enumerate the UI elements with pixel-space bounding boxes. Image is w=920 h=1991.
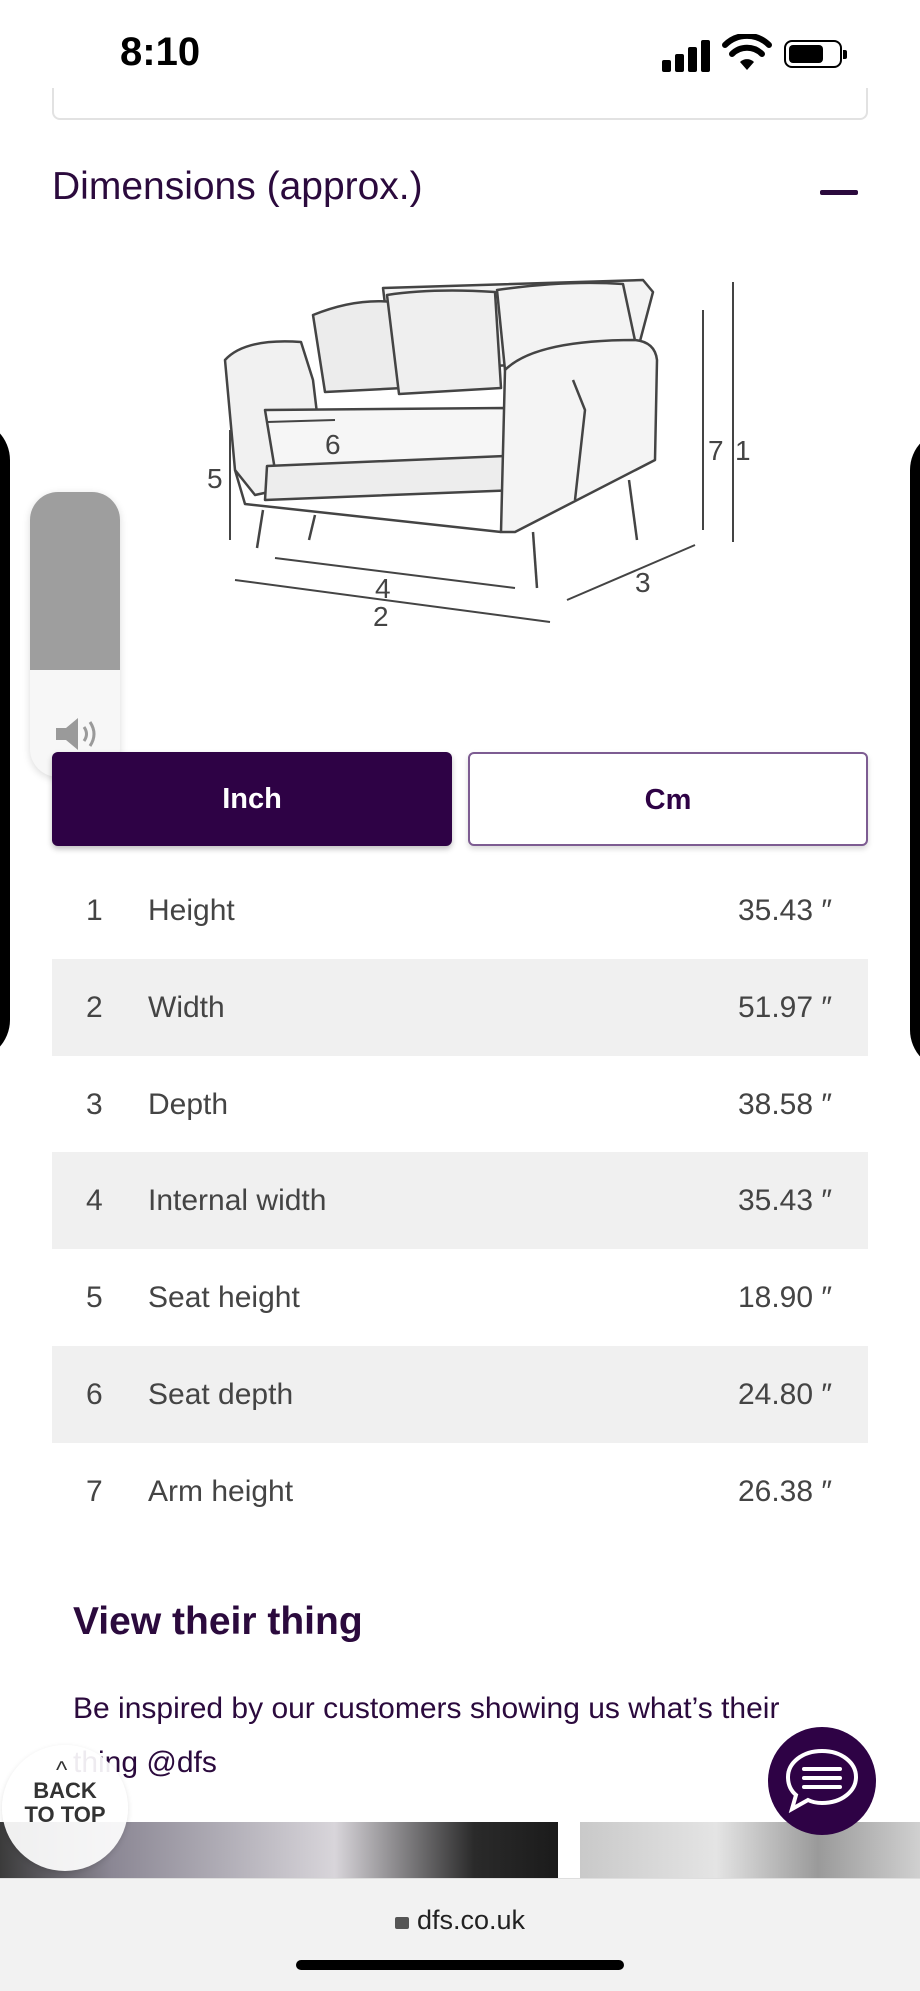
signal-icon bbox=[662, 38, 712, 72]
row-value: 38.58 ″ bbox=[737, 1087, 832, 1121]
chat-button[interactable] bbox=[768, 1727, 876, 1835]
back-to-top-button[interactable]: ^ BACK TO TOP bbox=[2, 1745, 128, 1871]
row-value: 18.90 ″ bbox=[737, 1281, 832, 1315]
lock-icon bbox=[394, 1917, 409, 1929]
back-to-top-line2: TO TOP bbox=[24, 1802, 106, 1827]
customer-photo[interactable] bbox=[580, 1822, 920, 1878]
row-value: 26.38 ″ bbox=[737, 1474, 832, 1508]
dimension-diagram: 5 6 4 2 3 7 1 bbox=[207, 278, 751, 632]
row-number: 4 bbox=[86, 1184, 103, 1218]
table-row: 1 Height 35.43 ″ bbox=[52, 862, 868, 959]
section-title: Dimensions (approx.) bbox=[52, 165, 423, 208]
wifi-icon bbox=[722, 34, 772, 70]
back-to-top-line1: BACK bbox=[33, 1778, 97, 1803]
table-row: 5 Seat height 18.90 ″ bbox=[52, 1249, 868, 1346]
row-number: 2 bbox=[86, 990, 103, 1024]
diagram-label: 6 bbox=[325, 429, 341, 460]
row-value: 51.97 ″ bbox=[737, 990, 832, 1024]
chat-icon bbox=[785, 1748, 859, 1813]
row-label: Internal width bbox=[148, 1184, 327, 1218]
diagram-label: 7 bbox=[708, 435, 724, 466]
screen-edge-left bbox=[0, 420, 10, 1060]
unit-cm-button[interactable]: Cm bbox=[468, 752, 868, 846]
diagram-label: 1 bbox=[735, 435, 751, 466]
row-label: Width bbox=[148, 990, 225, 1024]
ugc-title: View their thing bbox=[73, 1600, 363, 1643]
unit-inch-button[interactable]: Inch bbox=[52, 752, 452, 846]
status-time: 8:10 bbox=[120, 30, 201, 74]
previous-section-box bbox=[52, 88, 868, 120]
diagram-label: 2 bbox=[373, 601, 389, 632]
ugc-description: Be inspired by our customers showing us … bbox=[73, 1692, 780, 1779]
row-number: 3 bbox=[86, 1087, 103, 1121]
row-label: Height bbox=[148, 894, 235, 927]
diagram-label: 5 bbox=[207, 463, 223, 494]
browser-url-bar[interactable]: dfs.co.uk bbox=[0, 1878, 920, 1991]
row-number: 5 bbox=[86, 1281, 103, 1315]
row-number: 1 bbox=[86, 894, 103, 927]
row-number: 6 bbox=[86, 1377, 103, 1411]
volume-hud[interactable] bbox=[30, 492, 120, 777]
row-label: Seat depth bbox=[148, 1377, 294, 1411]
row-number: 7 bbox=[86, 1474, 103, 1508]
diagram-label: 4 bbox=[375, 573, 391, 604]
table-row: 6 Seat depth 24.80 ″ bbox=[52, 1345, 868, 1443]
table-row: 3 Depth 38.58 ″ bbox=[52, 1056, 868, 1153]
dimensions-table: 1 Height 35.43 ″ 2 Width 51.97 ″ 3 Depth… bbox=[52, 862, 868, 1540]
row-value: 35.43 ″ bbox=[737, 894, 832, 927]
battery-icon bbox=[784, 40, 847, 68]
status-bar: 8:10 bbox=[0, 0, 920, 100]
row-label: Arm height bbox=[148, 1474, 294, 1508]
speaker-icon bbox=[56, 718, 96, 750]
table-row: 7 Arm height 26.38 ″ bbox=[52, 1443, 868, 1540]
volume-level-fill bbox=[30, 492, 120, 670]
row-label: Depth bbox=[148, 1087, 229, 1121]
screen-edge-right bbox=[910, 430, 920, 1070]
url-text: dfs.co.uk bbox=[416, 1905, 526, 1935]
row-label: Seat height bbox=[148, 1281, 300, 1315]
minus-icon[interactable] bbox=[820, 190, 858, 195]
diagram-label: 3 bbox=[635, 567, 651, 598]
row-value: 24.80 ″ bbox=[737, 1377, 832, 1411]
table-row: 2 Width 51.97 ″ bbox=[52, 958, 868, 1056]
row-value: 35.43 ″ bbox=[737, 1184, 832, 1218]
table-row: 4 Internal width 35.43 ″ bbox=[52, 1152, 868, 1250]
home-indicator[interactable] bbox=[296, 1960, 624, 1970]
